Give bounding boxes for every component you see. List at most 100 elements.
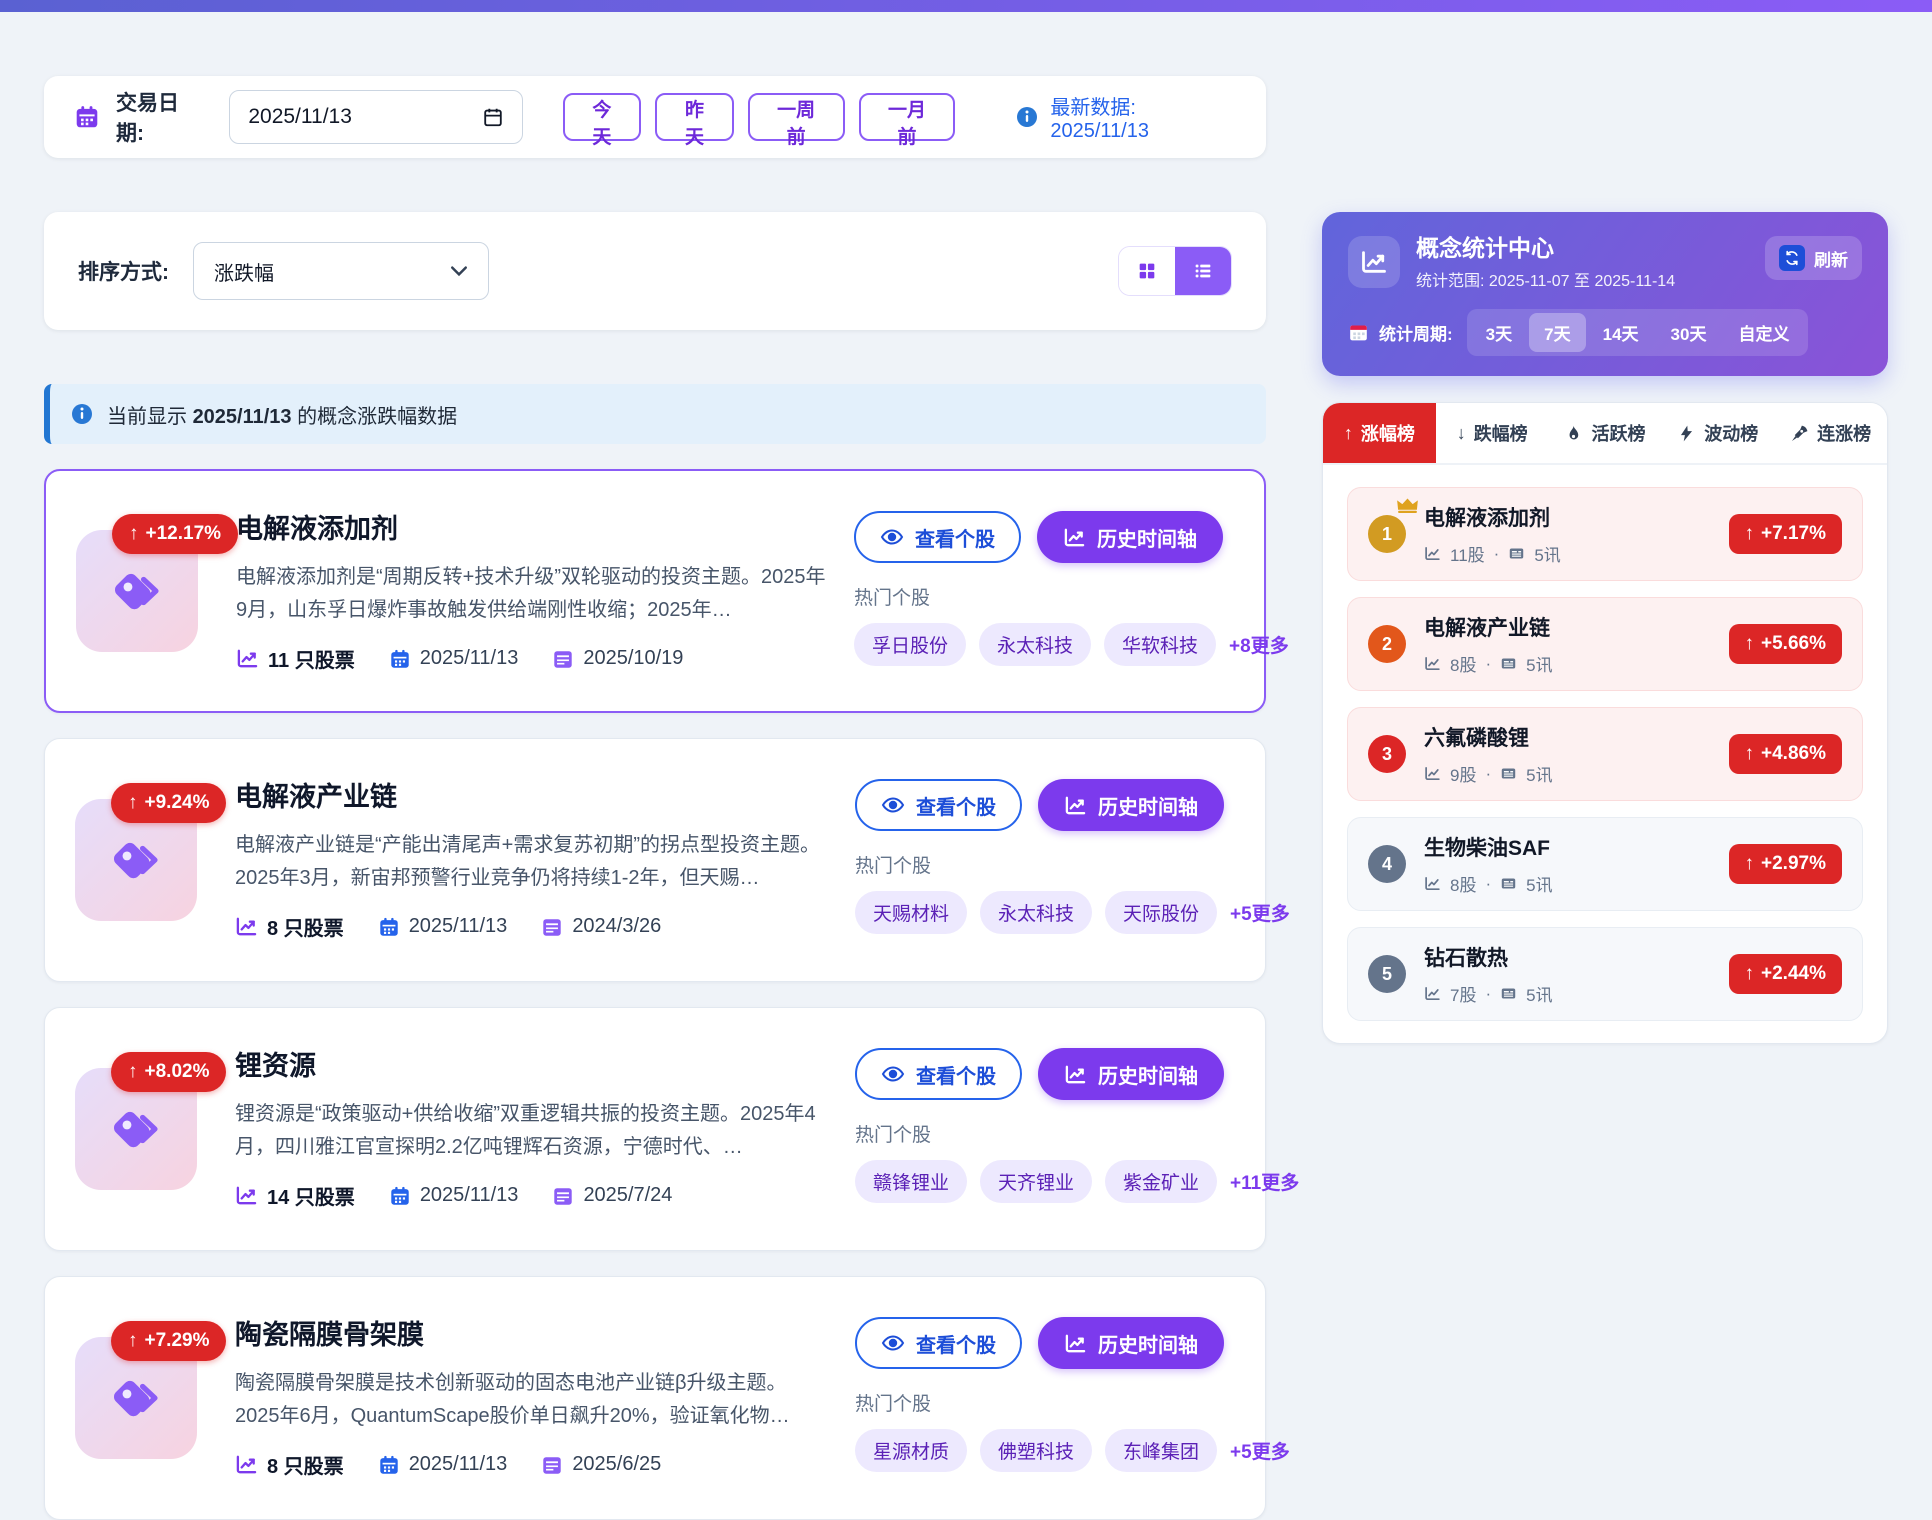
concept-meta: 8 只股票 2025/11/13 2024/3/26 xyxy=(235,912,829,941)
chart-line-icon xyxy=(1064,1063,1087,1086)
stock-tag[interactable]: 华软科技 xyxy=(1104,623,1216,666)
quick-today-button[interactable]: 今天 xyxy=(563,93,642,141)
stats-range: 统计范围: 2025-11-07 至 2025-11-14 xyxy=(1416,267,1675,291)
view-stocks-button[interactable]: 查看个股 xyxy=(854,511,1021,563)
info-icon xyxy=(1015,105,1039,129)
hot-stocks-label: 热门个股 xyxy=(855,1120,1235,1147)
tag-icon xyxy=(108,1370,164,1426)
quick-week-ago-button[interactable]: 一周前 xyxy=(748,93,845,141)
view-stocks-button[interactable]: 查看个股 xyxy=(855,1317,1022,1369)
period-30d-button[interactable]: 30天 xyxy=(1656,313,1722,352)
stock-tag[interactable]: 东峰集团 xyxy=(1105,1429,1217,1472)
view-stocks-button[interactable]: 查看个股 xyxy=(855,779,1022,831)
period-group: 3天 7天 14天 30天 自定义 xyxy=(1467,309,1809,356)
stock-tag[interactable]: 永太科技 xyxy=(980,891,1092,934)
rank-change-badge: ↑+5.66% xyxy=(1729,624,1842,664)
ranking-panel: ↑ 涨幅榜 ↓ 跌幅榜 活跃榜 波动榜 xyxy=(1322,402,1888,1044)
history-timeline-button[interactable]: 历史时间轴 xyxy=(1037,511,1223,563)
concept-card[interactable]: ↑+9.24% 电解液产业链 电解液产业链是“产能出清尾声+需求复苏初期”的拐点… xyxy=(44,738,1266,982)
rank-item[interactable]: 1 电解液添加剂 11股 · 5讯 xyxy=(1347,487,1863,581)
stock-tag[interactable]: 紫金矿业 xyxy=(1105,1160,1217,1203)
more-stocks-link[interactable]: +5更多 xyxy=(1230,899,1290,926)
stock-tag[interactable]: 永太科技 xyxy=(979,623,1091,666)
rank-item[interactable]: 5 钻石散热 7股 · 5讯 ↑+2.44 xyxy=(1347,927,1863,1021)
rank-number-badge: 3 xyxy=(1368,735,1406,773)
trade-date-icon xyxy=(389,1185,411,1207)
stock-tag[interactable]: 赣锋锂业 xyxy=(855,1160,967,1203)
tab-streak[interactable]: 连涨榜 xyxy=(1774,403,1887,463)
news-icon xyxy=(1500,765,1517,782)
stock-tag[interactable]: 天齐锂业 xyxy=(980,1160,1092,1203)
refresh-button[interactable]: 刷新 xyxy=(1765,236,1862,280)
history-timeline-button[interactable]: 历史时间轴 xyxy=(1038,779,1224,831)
rank-item[interactable]: 3 六氟磷酸锂 9股 · 5讯 ↑+4.8 xyxy=(1347,707,1863,801)
rank-meta: 9股 · 5讯 xyxy=(1424,761,1553,786)
history-timeline-button[interactable]: 历史时间轴 xyxy=(1038,1048,1224,1100)
chart-line-icon xyxy=(235,915,258,938)
news-icon xyxy=(1500,655,1517,672)
concept-thumbnail: ↑+7.29% xyxy=(75,1337,197,1459)
info-icon xyxy=(70,402,94,426)
concept-card[interactable]: ↑+12.17% 电解液添加剂 电解液添加剂是“周期反转+技术升级”双轮驱动的投… xyxy=(44,469,1266,713)
eye-icon xyxy=(881,793,905,817)
rank-number-badge: 5 xyxy=(1368,955,1406,993)
stock-tag[interactable]: 孚日股份 xyxy=(854,623,966,666)
rank-meta: 11股 · 5讯 xyxy=(1424,541,1561,566)
list-view-button[interactable] xyxy=(1175,247,1231,295)
crown-icon xyxy=(1396,498,1419,514)
concept-description: 电解液添加剂是“周期反转+技术升级”双轮驱动的投资主题。2025年9月，山东孚日… xyxy=(236,561,828,627)
stats-panel-title: 概念统计中心 xyxy=(1416,236,1675,261)
period-14d-button[interactable]: 14天 xyxy=(1588,313,1654,352)
concept-title: 电解液添加剂 xyxy=(236,507,828,546)
period-7d-button[interactable]: 7天 xyxy=(1529,313,1585,352)
grid-view-button[interactable] xyxy=(1119,247,1175,295)
latest-data-text: 最新数据: 2025/11/13 xyxy=(1050,91,1236,143)
quick-yesterday-button[interactable]: 昨天 xyxy=(655,93,734,141)
chart-line-icon xyxy=(1424,765,1441,782)
calendar-picker-icon[interactable] xyxy=(482,106,504,128)
more-stocks-link[interactable]: +8更多 xyxy=(1229,631,1289,658)
concept-description: 锂资源是“政策驱动+供给收缩”双重逻辑共振的投资主题。2025年4月，四川雅江官… xyxy=(235,1098,829,1164)
calendar-icon xyxy=(74,104,100,130)
period-custom-button[interactable]: 自定义 xyxy=(1723,313,1804,352)
chart-line-icon xyxy=(1064,794,1087,817)
concept-card[interactable]: ↑+7.29% 陶瓷隔膜骨架膜 陶瓷隔膜骨架膜是技术创新驱动的固态电池产业链β升… xyxy=(44,1276,1266,1520)
update-date-icon xyxy=(552,1185,574,1207)
rank-item[interactable]: 4 生物柴油SAF 8股 · 5讯 ↑+2 xyxy=(1347,817,1863,911)
stock-tag[interactable]: 天赐材料 xyxy=(855,891,967,934)
eye-icon xyxy=(880,525,904,549)
chart-line-icon xyxy=(235,1453,258,1476)
tab-gainers[interactable]: ↑ 涨幅榜 xyxy=(1323,403,1436,463)
bolt-icon xyxy=(1677,424,1696,443)
date-filter-label: 交易日期: xyxy=(116,87,205,147)
concept-stats-panel: 概念统计中心 统计范围: 2025-11-07 至 2025-11-14 刷新 xyxy=(1322,212,1888,376)
concept-title: 陶瓷隔膜骨架膜 xyxy=(235,1313,829,1352)
period-3d-button[interactable]: 3天 xyxy=(1471,313,1527,352)
tab-volatility[interactable]: 波动榜 xyxy=(1661,403,1774,463)
history-timeline-button[interactable]: 历史时间轴 xyxy=(1038,1317,1224,1369)
stock-tag[interactable]: 天际股份 xyxy=(1105,891,1217,934)
change-badge: ↑+9.24% xyxy=(111,783,226,823)
concept-card-body: 电解液产业链 电解液产业链是“产能出清尾声+需求复苏初期”的拐点型投资主题。20… xyxy=(235,767,829,953)
concept-description: 电解液产业链是“产能出清尾声+需求复苏初期”的拐点型投资主题。2025年3月，新… xyxy=(235,829,829,895)
chevron-down-icon xyxy=(450,265,468,277)
stock-tag[interactable]: 星源材质 xyxy=(855,1429,967,1472)
more-stocks-link[interactable]: +5更多 xyxy=(1230,1437,1290,1464)
chart-line-icon xyxy=(1424,655,1441,672)
concept-card[interactable]: ↑+8.02% 锂资源 锂资源是“政策驱动+供给收缩”双重逻辑共振的投资主题。2… xyxy=(44,1007,1266,1251)
stock-tag[interactable]: 佛塑科技 xyxy=(980,1429,1092,1472)
more-stocks-link[interactable]: +11更多 xyxy=(1230,1168,1299,1195)
view-stocks-button[interactable]: 查看个股 xyxy=(855,1048,1022,1100)
quick-month-ago-button[interactable]: 一月前 xyxy=(859,93,956,141)
rank-number-badge: 1 xyxy=(1368,515,1406,553)
ranking-list: 1 电解液添加剂 11股 · 5讯 xyxy=(1323,465,1887,1043)
tab-active[interactable]: 活跃榜 xyxy=(1549,403,1662,463)
sort-select[interactable]: 涨跌幅 xyxy=(193,242,489,300)
tab-losers[interactable]: ↓ 跌幅榜 xyxy=(1436,403,1549,463)
date-input[interactable]: 2025/11/13 xyxy=(229,90,522,144)
arrow-down-icon: ↓ xyxy=(1457,423,1466,444)
concept-card-actions: 查看个股 历史时间轴 热门个股 孚日股份 永太科技 华软科技 +8更多 xyxy=(854,499,1234,683)
hot-stocks-label: 热门个股 xyxy=(855,851,1235,878)
sort-label: 排序方式: xyxy=(78,256,169,286)
rank-item[interactable]: 2 电解液产业链 8股 · 5讯 ↑+5. xyxy=(1347,597,1863,691)
